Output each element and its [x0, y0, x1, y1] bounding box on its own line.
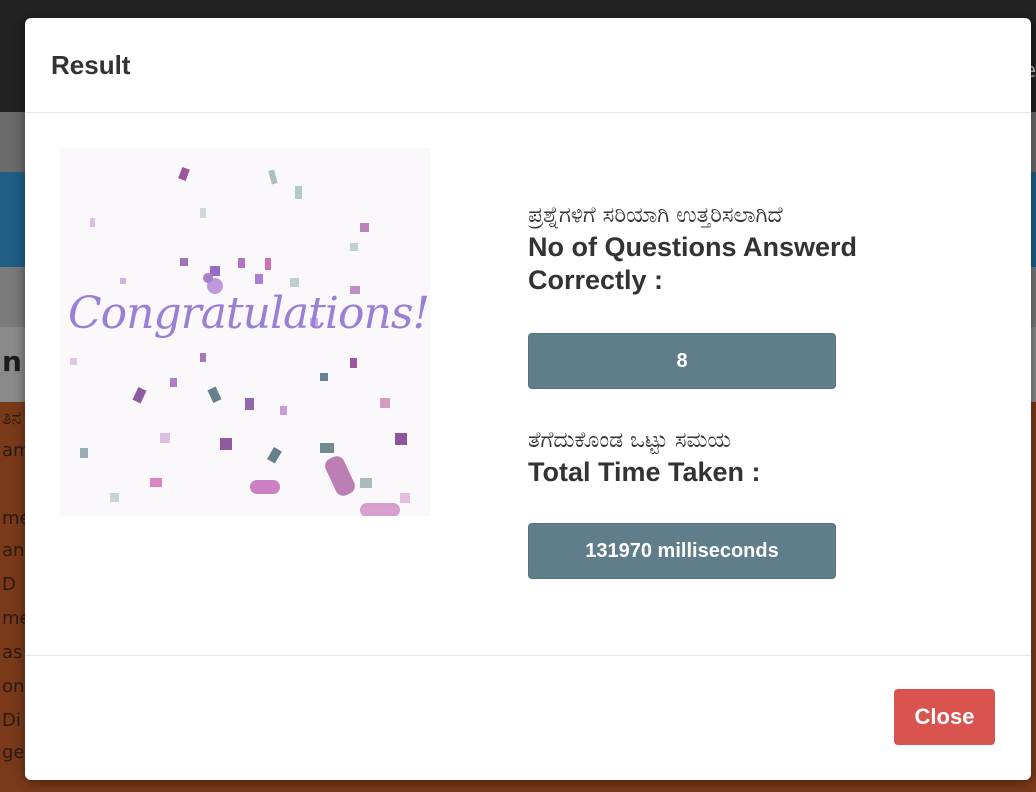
- background-text: Di: [2, 710, 21, 731]
- modal-title: Result: [51, 50, 131, 80]
- background-text: as: [2, 642, 23, 663]
- close-button[interactable]: Close: [894, 689, 995, 745]
- correct-answers-value: 8: [528, 333, 836, 389]
- total-time-label: ತೆಗೆದುಕೊಂಡ ಒಟ್ಟು ಸಮಯ Total Time Taken :: [528, 426, 908, 489]
- background-text: D: [2, 574, 16, 595]
- modal-header: Result: [25, 18, 1031, 113]
- congratulations-text: Congratulations!: [68, 288, 430, 339]
- background-text: ತಿನ: [2, 408, 22, 429]
- total-time-value: 131970 milliseconds: [528, 523, 836, 579]
- total-time-label-kannada: ತೆಗೆದುಕೊಂಡ ಒಟ್ಟು ಸಮಯ: [528, 428, 731, 453]
- modal-footer: [25, 655, 1031, 781]
- background-text: ge: [2, 742, 25, 763]
- result-modal: Result Congratulations! ಪ್ರಶ್ನೆಗಳಿಗೆ ಸರಿ…: [25, 18, 1031, 780]
- background-text: an: [2, 540, 25, 561]
- correct-answers-label-english: No of Questions Answerd Correctly :: [528, 232, 858, 295]
- background-heading: n: [2, 345, 22, 378]
- correct-answers-label-kannada: ಪ್ರಶ್ನೆಗಳಿಗೆ ಸರಿಯಾಗಿ ಉತ್ತರಿಸಲಾಗಿದೆ: [528, 203, 783, 228]
- background-text: on: [2, 676, 25, 697]
- congratulations-image: Congratulations!: [60, 148, 430, 516]
- total-time-label-english: Total Time Taken :: [528, 457, 761, 487]
- correct-answers-label: ಪ್ರಶ್ನೆಗಳಿಗೆ ಸರಿಯಾಗಿ ಉತ್ತರಿಸಲಾಗಿದೆ No of…: [528, 201, 908, 297]
